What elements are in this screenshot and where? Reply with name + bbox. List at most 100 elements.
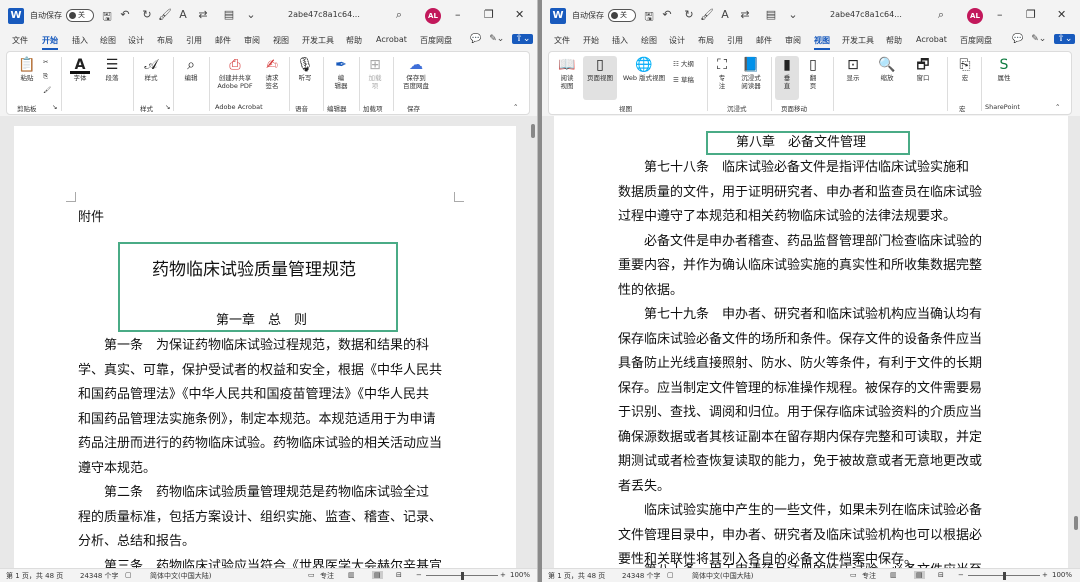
undo-icon[interactable]: ↶ [118,8,132,21]
tab-mailings[interactable]: 邮件 [756,35,772,46]
tab-file[interactable]: 文件 [12,35,28,46]
tab-baidu[interactable]: 百度网盘 [960,35,992,46]
compare-icon[interactable]: ⇄ [196,8,210,21]
document-page[interactable]: 附件 药物临床试验质量管理规范 第一章 总 则 第一条 为保证药物临床试验过程规… [14,126,516,568]
print-layout-icon[interactable]: ▤ [914,571,925,579]
request-sign-button[interactable]: ✍ 请求 签名 [261,56,283,90]
page-count[interactable]: 第 1 页，共 48 页 [6,571,63,581]
tab-design[interactable]: 设计 [669,35,685,46]
properties-button[interactable]: S 属性 [989,56,1019,82]
tab-file[interactable]: 文件 [554,35,570,46]
save-icon[interactable]: 🖫 [642,8,656,27]
tab-design[interactable]: 设计 [128,35,144,46]
focus-mode[interactable]: 专注 [320,571,334,581]
create-share-pdf-button[interactable]: ⎙ 创建并共享 Adobe PDF [213,56,257,90]
document-name[interactable]: 2abe47c8a1c64... [830,10,902,19]
dialog-launcher-icon[interactable]: ↘ [52,103,57,111]
tab-baidu[interactable]: 百度网盘 [420,35,452,46]
tab-acrobat[interactable]: Acrobat [916,35,947,44]
redo-icon[interactable]: ↻ [140,8,154,21]
tab-home[interactable]: 开始 [42,35,58,50]
tab-draw[interactable]: 绘图 [100,35,116,46]
tab-references[interactable]: 引用 [727,35,743,46]
tab-help[interactable]: 帮助 [346,35,362,46]
tab-help[interactable]: 帮助 [886,35,902,46]
outline-button[interactable]: ☷ 大纲 [673,58,694,68]
scroll-thumb[interactable] [531,124,535,138]
immersive-reader-button[interactable]: 📘 沉浸式 阅读器 [735,56,767,90]
minimize-icon[interactable]: – [455,8,461,21]
zoom-level[interactable]: 100% [1052,571,1072,579]
print-layout-icon[interactable]: ▤ [372,571,383,579]
restore-icon[interactable]: ❐ [484,8,494,21]
undo-icon[interactable]: ↶ [660,8,674,21]
autosave-toggle[interactable]: 关 [608,9,636,22]
draft-button[interactable]: ☰ 草稿 [673,74,694,84]
document-page[interactable]: 第八章 必备文件管理 第七十八条 临床试验必备文件是指评估临床试验实施和 数据质量… [554,116,1068,568]
page-setup-icon[interactable]: ▤ [764,8,778,21]
tab-developer[interactable]: 开发工具 [842,35,874,46]
tab-layout[interactable]: 布局 [698,35,714,46]
editing-icon[interactable]: ✎⌄ [1031,34,1046,44]
focus-icon[interactable]: ▭ [850,571,857,579]
read-mode-icon[interactable]: ▥ [890,571,897,579]
zoom-in-icon[interactable]: + [500,571,506,579]
web-layout-button[interactable]: 🌐 Web 版式视图 [619,56,669,82]
print-layout-button[interactable]: ▯ 页面视图 [583,56,617,100]
language[interactable]: 简体中文(中国大陆) [692,571,753,581]
collapse-ribbon-icon[interactable]: ⌃ [1055,103,1060,111]
web-layout-icon[interactable]: ⊟ [396,571,402,579]
zoom-button[interactable]: 🔍 缩放 [873,56,901,82]
tab-review[interactable]: 审阅 [785,35,801,46]
tab-mailings[interactable]: 邮件 [215,35,231,46]
side-to-side-button[interactable]: ▯ 翻 页 [801,56,825,90]
read-mode-button[interactable]: 📖 阅读 视图 [553,56,581,90]
minimize-icon[interactable]: – [997,8,1003,21]
search-icon[interactable]: ⌕ [392,8,406,22]
paragraph-button[interactable]: ☰ 段落 [99,56,125,82]
macros-button[interactable]: ⎘ 宏 [953,56,977,82]
dictate-button[interactable]: 🎙 听写 [293,56,317,82]
avatar[interactable]: AL [425,8,441,24]
styles-launcher-icon[interactable]: ↘ [165,103,170,111]
proofing-icon[interactable]: ▢ [125,571,132,579]
text-color-icon[interactable]: A [176,8,190,21]
focus-button[interactable]: ⛶ 专 注 [711,56,733,90]
window-button[interactable]: 🗗 窗口 [909,56,937,82]
tab-references[interactable]: 引用 [186,35,202,46]
redo-icon[interactable]: ↻ [682,8,696,21]
avatar[interactable]: AL [967,8,983,24]
font-button[interactable]: A 字体 [67,56,93,82]
tab-insert[interactable]: 插入 [612,35,628,46]
scroll-thumb[interactable] [1074,516,1078,530]
edit-button[interactable]: ⌕ 编辑 [177,56,205,82]
focus-mode[interactable]: 专注 [862,571,876,581]
format-painter-icon[interactable]: 🖌 [700,8,714,21]
more-commands-icon[interactable]: ⌄ [786,8,800,21]
zoom-slider-knob[interactable] [1003,572,1006,580]
close-icon[interactable]: ✕ [1057,8,1066,21]
share-icon[interactable]: ⇪⌄ [512,34,534,44]
paste-button[interactable]: 📋 粘贴 [13,56,41,82]
show-button[interactable]: ⊡ 显示 [839,56,867,82]
close-icon[interactable]: ✕ [515,8,524,21]
read-mode-icon[interactable]: ▥ [348,571,355,579]
tab-view[interactable]: 视图 [273,35,289,46]
word-count[interactable]: 24348 个字 [80,571,119,581]
share-icon[interactable]: ⇪⌄ [1054,34,1076,44]
tab-layout[interactable]: 布局 [157,35,173,46]
restore-icon[interactable]: ❐ [1026,8,1036,21]
web-layout-icon[interactable]: ⊟ [938,571,944,579]
tab-view[interactable]: 视图 [814,35,830,50]
tab-developer[interactable]: 开发工具 [302,35,334,46]
addins-button[interactable]: ⊞ 加载 项 [363,56,387,90]
tab-insert[interactable]: 插入 [72,35,88,46]
zoom-level[interactable]: 100% [510,571,530,579]
vertical-scrollbar[interactable] [1072,116,1080,568]
proofing-icon[interactable]: ▢ [667,571,674,579]
document-name[interactable]: 2abe47c8a1c64... [288,10,360,19]
collapse-ribbon-icon[interactable]: ⌃ [513,103,518,111]
page-count[interactable]: 第 1 页，共 48 页 [548,571,605,581]
word-count[interactable]: 24348 个字 [622,571,661,581]
format-painter-icon[interactable]: 🖌 [158,8,172,21]
